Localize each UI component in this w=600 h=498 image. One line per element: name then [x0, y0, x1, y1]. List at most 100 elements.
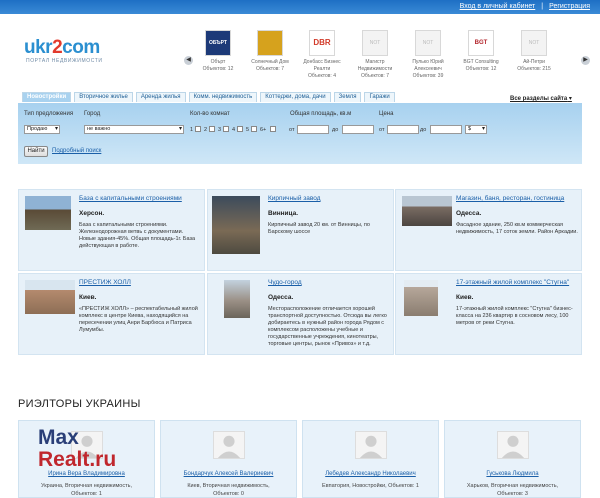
avatar-placeholder-icon[interactable]: [355, 431, 387, 459]
listing-title[interactable]: Чудо-город: [268, 279, 302, 286]
agency-name: Ай-Петри: [523, 59, 545, 65]
rooms-checkbox[interactable]: [237, 126, 243, 132]
listing-title[interactable]: 17-этажный жилой комплекс "Стугна": [456, 279, 569, 286]
tab-novostroyki[interactable]: Новостройки: [22, 92, 72, 102]
listing-photo[interactable]: [212, 196, 260, 254]
listing-city: Одесса.: [268, 294, 294, 301]
agency-name: BGT Consulting: [463, 59, 499, 65]
rooms-option-label: 2: [204, 127, 208, 133]
listing-title[interactable]: ПРЕСТИЖ ХОЛЛ: [79, 279, 131, 286]
listing-card[interactable]: Чудо-город Одесса. Месторасположение отл…: [207, 273, 394, 355]
rooms-option-label: 1: [190, 127, 194, 133]
login-link[interactable]: Вход в личный кабинет: [460, 3, 536, 10]
listing-city: Киев.: [79, 294, 97, 301]
account-links: Вход в личный кабинет | Регистрация: [460, 3, 590, 10]
realtor-name[interactable]: Ирина Вера Владимировна: [19, 471, 154, 477]
agency-count: Объектов: 4: [308, 73, 336, 79]
area-from-label: от: [289, 127, 295, 133]
top-bar: Вход в личный кабинет | Регистрация: [0, 0, 600, 14]
agency-count: Объектов: 39: [412, 73, 444, 79]
city-label: Город: [84, 111, 101, 117]
logo-wordmark: ukr2com: [24, 37, 100, 58]
currency-select[interactable]: $: [465, 125, 487, 134]
agency-item[interactable]: NOT FOUND Пулько Юрий Алексеевич Объекто…: [402, 30, 454, 79]
site-logo[interactable]: ukr2com портал недвижимости: [24, 37, 144, 67]
tab-cottages[interactable]: Коттеджи, дома, дачи: [260, 92, 331, 102]
agency-item[interactable]: BGT BGT Consulting Объектов: 12: [455, 30, 507, 72]
rooms-checkbox[interactable]: [223, 126, 229, 132]
realtor-card[interactable]: Бондарчук Алексей Валериевич Киев, Втори…: [160, 420, 297, 498]
tab-commercial[interactable]: Комм. недвижимость: [188, 92, 258, 102]
agency-count: Объектов: 12: [202, 66, 234, 72]
listing-card[interactable]: Магазин, баня, ресторан, гостиница Одесс…: [395, 189, 582, 271]
listing-card[interactable]: Кирпичный завод Винница. Кирпичный завод…: [207, 189, 394, 271]
listing-city: Киев.: [456, 294, 474, 301]
listing-card[interactable]: ПРЕСТИЖ ХОЛЛ Киев. «ПРЕСТИЖ ХОЛЛ» – респ…: [18, 273, 205, 355]
tab-secondary-housing[interactable]: Вторичное жилье: [74, 92, 133, 102]
avatar-placeholder-icon[interactable]: [213, 431, 245, 459]
listing-photo[interactable]: [224, 280, 250, 318]
find-button[interactable]: Найти: [24, 146, 48, 157]
area-to-label: до: [332, 127, 339, 133]
price-from-input[interactable]: [387, 125, 419, 134]
agency-count: Объектов: 215: [517, 66, 551, 72]
watermark-logo: Max Realt.ru: [38, 427, 143, 471]
listing-card[interactable]: 17-этажный жилой комплекс "Стугна" Киев.…: [395, 273, 582, 355]
watermark-line-2: Realt.ru: [38, 448, 117, 471]
rooms-option-label: 6+: [260, 127, 267, 133]
listing-title[interactable]: Магазин, баня, ресторан, гостиница: [456, 195, 564, 202]
listing-photo[interactable]: [402, 196, 452, 226]
realtor-name[interactable]: Гуськова Людмила: [445, 471, 580, 477]
rooms-checkbox[interactable]: [270, 126, 276, 132]
realtor-card[interactable]: Гуськова Людмила Харьков, Вторичная недв…: [444, 420, 581, 498]
rooms-label: Кол-во комнат: [190, 111, 230, 117]
agency-item[interactable]: NOT FOUND Магистр Недвижимости Объектов:…: [349, 30, 401, 79]
price-to-input[interactable]: [430, 125, 462, 134]
tab-land[interactable]: Земля: [333, 92, 362, 102]
agency-item[interactable]: ОБЪРТ Обърт Объектов: 12: [192, 30, 244, 72]
agency-count: Объектов: 12: [465, 66, 497, 72]
agency-name: Пулько Юрий Алексеевич: [412, 59, 444, 72]
listing-title[interactable]: Кирпичный завод: [268, 195, 321, 202]
offer-type-select[interactable]: Продаю: [24, 125, 60, 134]
realtor-name[interactable]: Бондарчук Алексей Валериевич: [161, 471, 296, 477]
realtor-name[interactable]: Лебедев Александр Николаевич: [303, 471, 438, 477]
carousel-next-arrow-icon[interactable]: ▶: [581, 56, 590, 65]
listing-title[interactable]: База с капитальными строениями: [79, 195, 182, 202]
rooms-checkbox[interactable]: [195, 126, 201, 132]
area-from-input[interactable]: [297, 125, 329, 134]
agency-logo: DBR: [309, 30, 335, 56]
advanced-search-link[interactable]: Подробный поиск: [52, 148, 101, 154]
tab-rent[interactable]: Аренда жилья: [135, 92, 186, 102]
all-sections-link[interactable]: Все разделы сайта ▾: [510, 95, 572, 102]
realtor-count: Объектов: 3: [497, 491, 528, 497]
rooms-checkbox[interactable]: [251, 126, 257, 132]
agency-item[interactable]: NOT FOUND Ай-Петри Объектов: 215: [508, 30, 560, 72]
area-to-input[interactable]: [342, 125, 374, 134]
agency-name: Солнечный Дом: [251, 59, 289, 65]
listing-description: Кирпичный завод 20 км. от Винницы, по Ба…: [268, 222, 370, 235]
city-select[interactable]: не важно: [84, 125, 184, 134]
link-separator: |: [541, 3, 544, 10]
area-label: Общая площадь, кв.м: [290, 111, 352, 117]
rooms-checkbox[interactable]: [209, 126, 215, 132]
category-tabs: Новостройки Вторичное жилье Аренда жилья…: [22, 92, 398, 102]
agency-item[interactable]: Солнечный Дом Объектов: 7: [244, 30, 296, 72]
register-link[interactable]: Регистрация: [549, 3, 590, 10]
agency-logo: [257, 30, 283, 56]
realtor-count: Объектов: 1: [71, 491, 102, 497]
listing-photo[interactable]: [25, 280, 75, 314]
price-to-label: до: [420, 127, 427, 133]
realtor-card[interactable]: Лебедев Александр Николаевич Евпатория, …: [302, 420, 439, 498]
tab-garages[interactable]: Гаражи: [364, 92, 395, 102]
realtor-info: Евпатория, Новостройки, Объектов: 1: [322, 483, 419, 489]
listing-photo[interactable]: [404, 280, 438, 316]
offer-type-label: Тип предложения: [24, 111, 74, 117]
listing-photo[interactable]: [25, 196, 71, 230]
listing-card[interactable]: База с капитальными строениями Херсон. Б…: [18, 189, 205, 271]
agency-logo: ОБЪРТ: [205, 30, 231, 56]
avatar-placeholder-icon[interactable]: [497, 431, 529, 459]
rooms-option-label: 3: [218, 127, 222, 133]
listing-city: Одесса.: [456, 210, 482, 217]
agency-item[interactable]: DBR Донбасс Бизнес Реалти Объектов: 4: [296, 30, 348, 79]
